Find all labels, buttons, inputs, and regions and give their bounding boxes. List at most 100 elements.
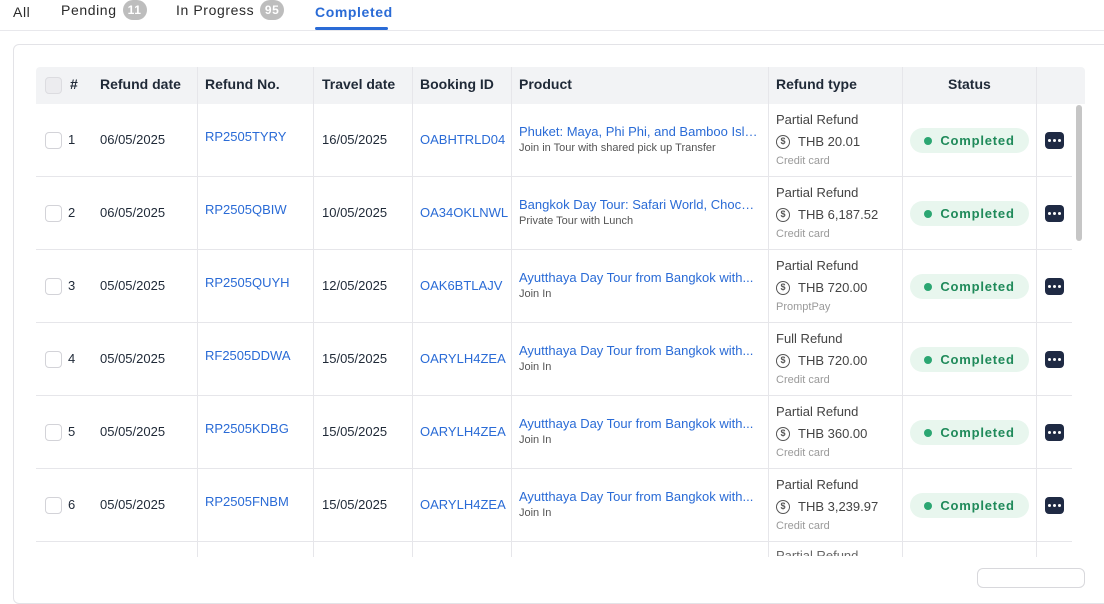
product-link[interactable]: Ayutthaya Day Tour from Bangkok with... [519,489,761,504]
count-badge: 11 [122,0,147,20]
refund-type: Partial Refund [776,404,859,419]
status-label: Completed [940,206,1015,221]
header-status[interactable]: Status [948,67,991,104]
more-horizontal-icon[interactable] [1045,351,1064,368]
status-dot-icon [924,501,933,510]
row-number: 1 [68,132,76,147]
booking-id-link[interactable]: OARYLH4ZEA [420,497,506,512]
refund-no-link[interactable]: RF2505DDWA [205,348,290,363]
product-link[interactable]: Phuket: Maya, Phi Phi, and Bamboo Islan.… [519,124,761,139]
status-tabs: All Pending 11 In Progress 95 Completed [0,0,1104,31]
refund-type: Partial Refund [776,477,859,492]
status-label: Completed [940,133,1015,148]
refund-date: 05/05/2025 [100,424,166,439]
header-product[interactable]: Product [519,67,572,104]
status-dot-icon [924,136,933,145]
table-row[interactable]: 4 05/05/2025 RF2505DDWA 15/05/2025 OARYLH4ZE… [36,323,1072,396]
table-row[interactable]: 5 05/05/2025 RP2505KDBG 15/05/2025 OARYLH4ZE… [36,396,1072,469]
more-horizontal-icon[interactable] [1045,278,1064,295]
refund-date: 05/05/2025 [100,497,166,512]
status-label: Completed [940,352,1015,367]
header-booking-id[interactable]: Booking ID [420,67,494,104]
travel-date: 15/05/2025 [322,497,388,512]
row-checkbox[interactable] [45,278,62,295]
amount-value: THB 20.01 [798,134,861,149]
refund-no-link[interactable]: RP2505KDBG [205,421,289,436]
status-dot-icon [924,355,933,364]
booking-id-link[interactable]: OA34OKLNWL [420,205,508,220]
amount-value: THB 360.00 [798,426,868,441]
tab-completed[interactable]: Completed [315,4,393,20]
booking-id-link[interactable]: OAK6BTLAJV [420,278,502,293]
select-all-checkbox[interactable] [45,77,62,94]
product-link[interactable]: Ayutthaya Day Tour from Bangkok with... [519,416,761,431]
row-checkbox[interactable] [45,497,62,514]
travel-date: 10/05/2025 [322,205,388,220]
product-option: Private Tour with Lunch [519,215,634,227]
row-checkbox[interactable] [45,351,62,368]
payment-method: Credit card [776,374,830,386]
status-badge: Completed [910,128,1029,153]
dollar-coin-icon: $ [776,134,790,149]
payment-method: PromptPay [776,301,831,313]
more-horizontal-icon[interactable] [1045,205,1064,222]
product-link[interactable]: Bangkok Day Tour: Safari World, Chocola.… [519,197,761,212]
count-badge: 95 [260,0,285,20]
row-checkbox[interactable] [45,205,62,222]
refund-no-link[interactable]: RP2505QUYH [205,275,290,290]
pagination-control[interactable] [977,568,1085,588]
table-row[interactable]: 6 05/05/2025 RP2505FNBM 15/05/2025 OARYLH4ZE… [36,469,1072,542]
status-label: Completed [940,425,1015,440]
header-travel-date[interactable]: Travel date [322,67,395,104]
status-label: Completed [940,498,1015,513]
product-option: Join In [519,507,552,519]
more-horizontal-icon[interactable] [1045,132,1064,149]
tab-pending[interactable]: Pending 11 [61,0,147,20]
travel-date: 12/05/2025 [322,278,388,293]
status-label: Completed [940,279,1015,294]
header-refund-date[interactable]: Refund date [100,67,181,104]
amount-value: THB 720.00 [798,280,868,295]
refund-no-link[interactable]: RP2505FNBM [205,494,289,509]
row-checkbox[interactable] [45,132,62,149]
status-dot-icon [924,209,933,218]
status-dot-icon [924,428,933,437]
amount-value: THB 3,239.97 [798,499,879,514]
booking-id-link[interactable]: OABHTRLD04 [420,132,505,147]
header-refund-no[interactable]: Refund No. [205,67,280,104]
row-checkbox[interactable] [45,424,62,441]
tab-label: Completed [315,4,393,20]
row-number: 3 [68,278,76,293]
tab-in-progress[interactable]: In Progress 95 [176,0,285,20]
tab-all[interactable]: All [13,4,30,20]
header-number: # [70,76,78,92]
vertical-scrollbar[interactable] [1076,105,1082,241]
booking-id-link[interactable]: OARYLH4ZEA [420,351,506,366]
refund-amount: $ THB 3,239.97 [776,499,878,514]
table-header: # Refund date Refund No. Travel date Boo… [36,67,1085,104]
more-horizontal-icon[interactable] [1045,497,1064,514]
table-row[interactable]: 2 06/05/2025 RP2505QBIW 10/05/2025 OA34OKLNW… [36,177,1072,250]
refund-date: 06/05/2025 [100,205,166,220]
more-horizontal-icon[interactable] [1045,424,1064,441]
product-option: Join In [519,434,552,446]
next-row-refund-type: Partial Refund [776,548,859,556]
refund-no-link[interactable]: RP2505QBIW [205,202,287,217]
status-badge: Completed [910,274,1029,299]
product-link[interactable]: Ayutthaya Day Tour from Bangkok with... [519,343,761,358]
amount-value: THB 6,187.52 [798,207,879,222]
table-row[interactable]: 1 06/05/2025 RP2505TYRY 16/05/2025 OABHTRLD0… [36,104,1072,177]
tab-label: Pending [61,2,117,18]
refund-no-link[interactable]: RP2505TYRY [205,129,286,144]
booking-id-link[interactable]: OARYLH4ZEA [420,424,506,439]
row-number: 5 [68,424,76,439]
refund-type: Partial Refund [776,258,859,273]
status-badge: Completed [910,201,1029,226]
product-link[interactable]: Ayutthaya Day Tour from Bangkok with... [519,270,761,285]
status-badge: Completed [910,347,1029,372]
tab-label: All [13,4,31,20]
table-row[interactable]: 3 05/05/2025 RP2505QUYH 12/05/2025 OAK6BTLAJ… [36,250,1072,323]
header-refund-type[interactable]: Refund type [776,67,857,104]
payment-method: Credit card [776,228,830,240]
status-badge: Completed [910,420,1029,445]
